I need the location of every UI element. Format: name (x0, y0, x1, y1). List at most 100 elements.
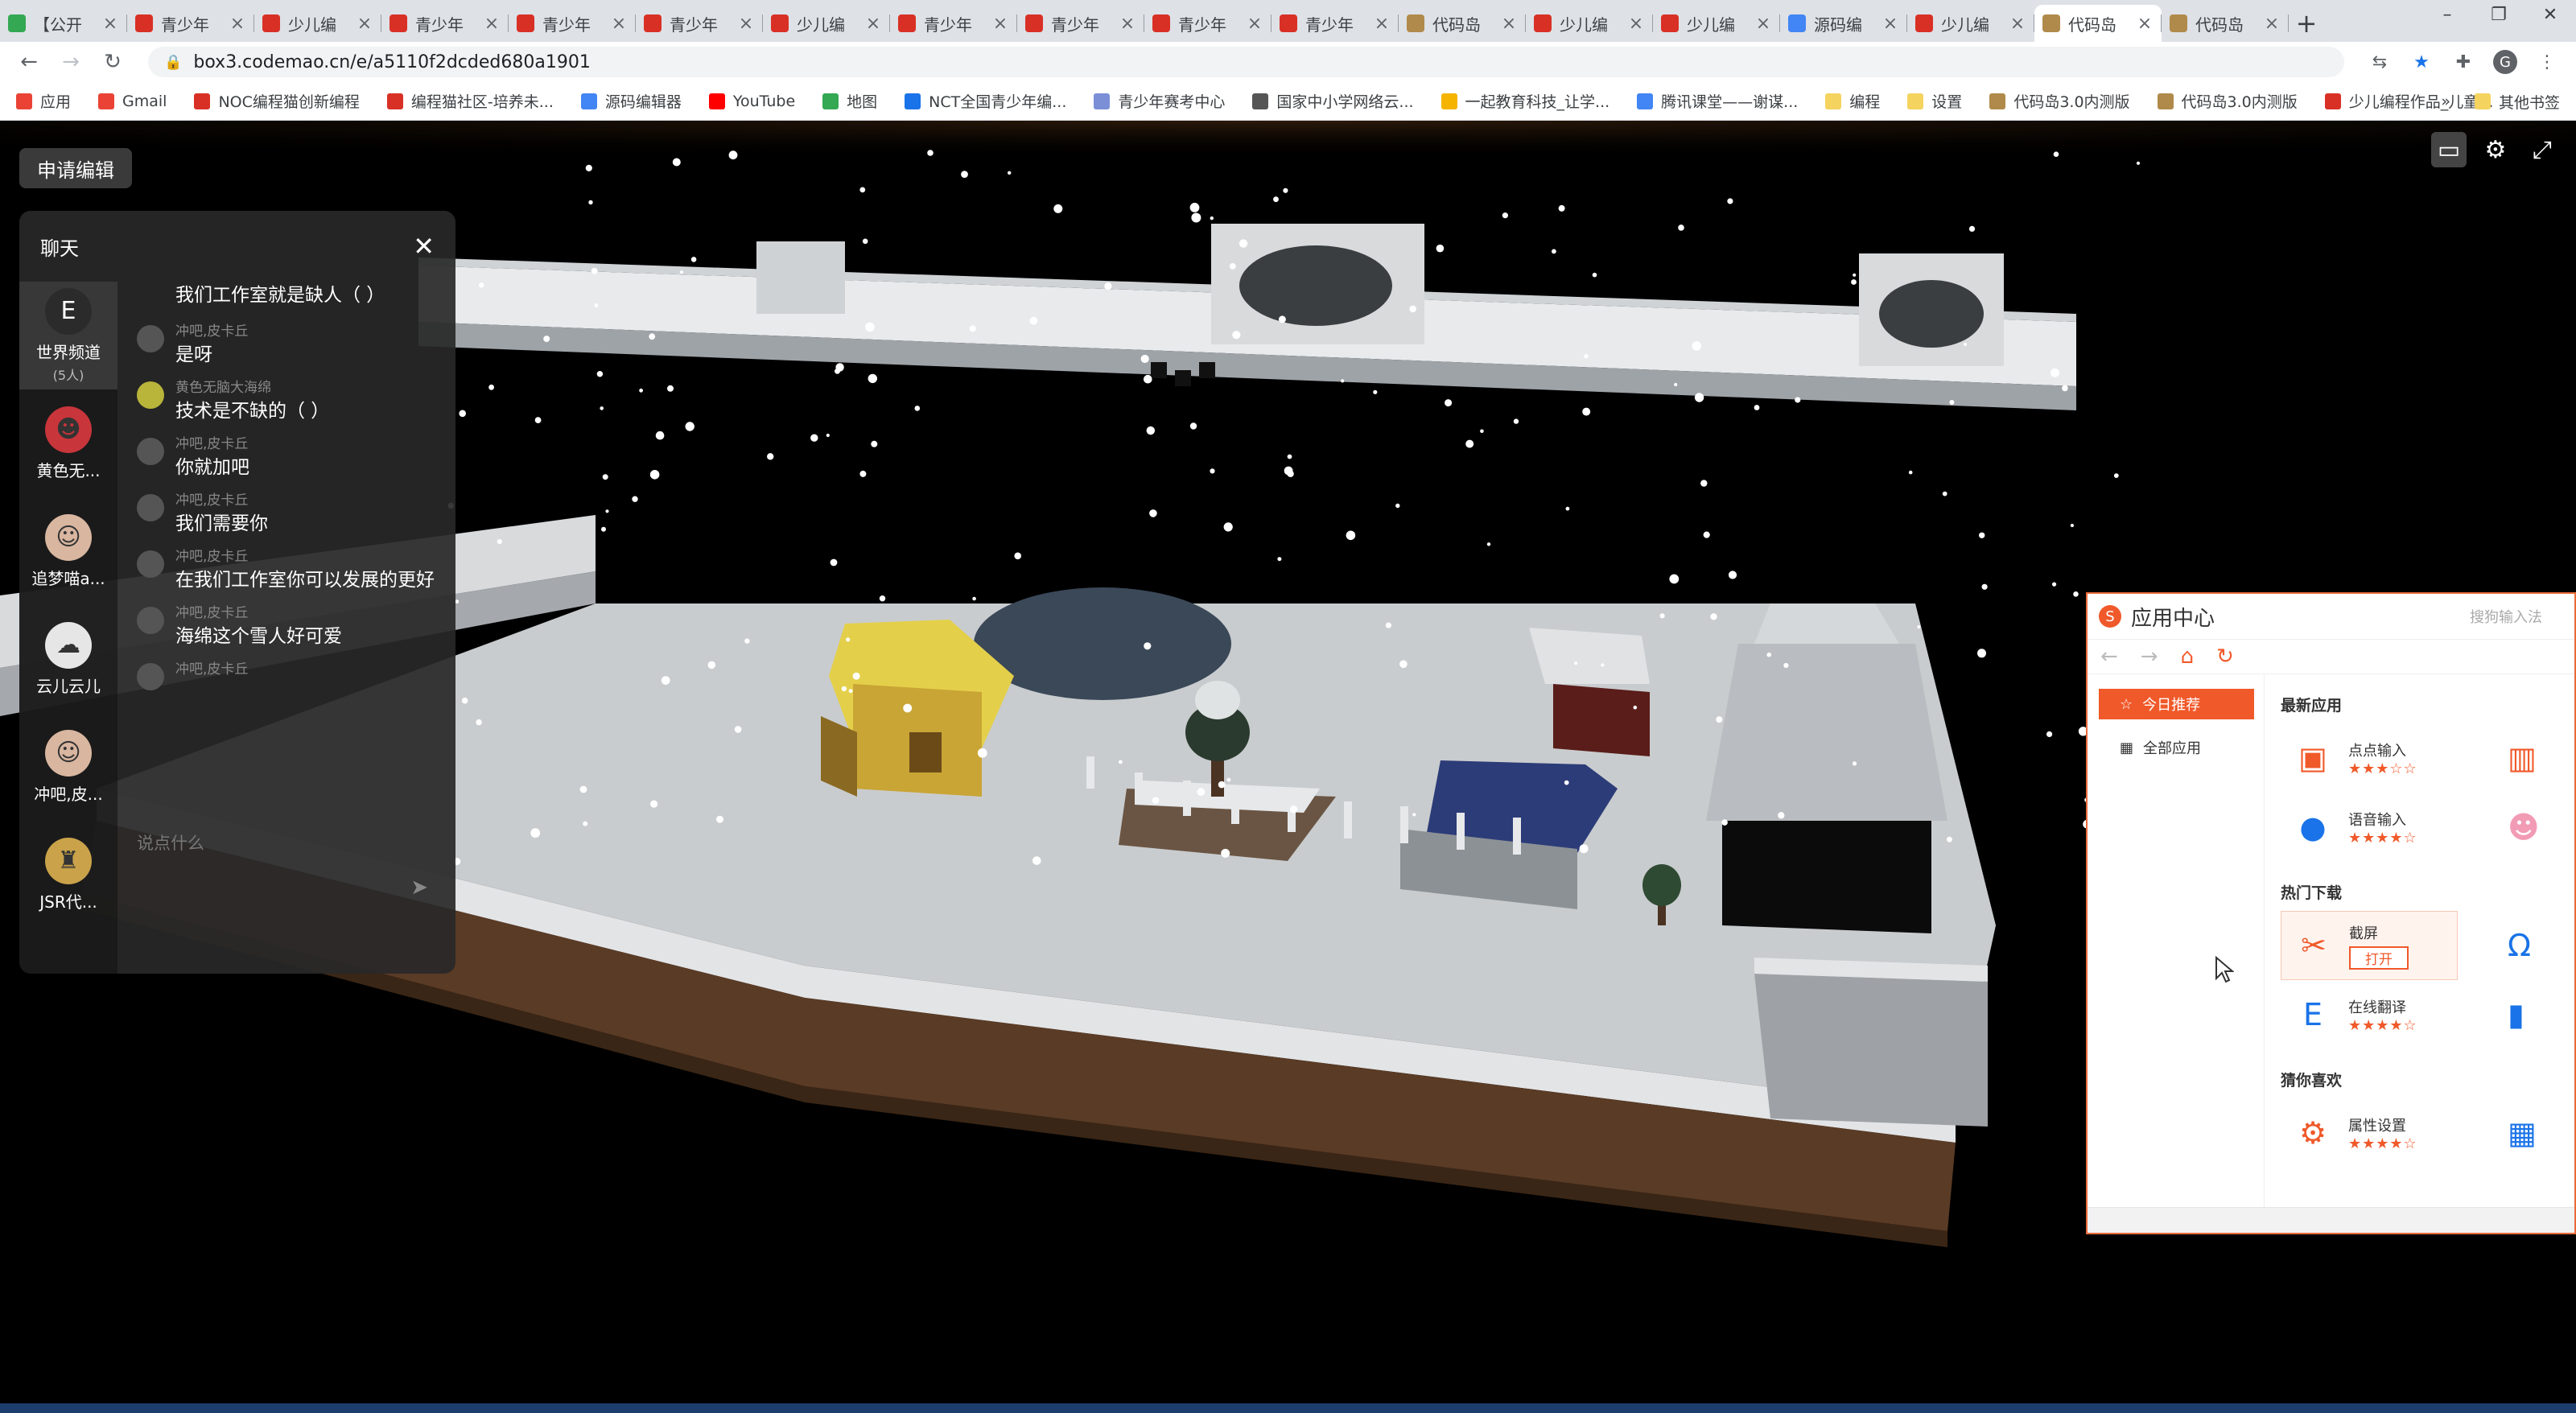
close-window-icon[interactable]: ✕ (2524, 0, 2576, 29)
chat-channel-item[interactable]: ☺ 冲吧,皮... (19, 713, 117, 821)
bookmark-item[interactable]: 源码编辑器 (580, 90, 682, 112)
close-icon[interactable]: ✕ (413, 231, 435, 262)
app-item[interactable]: ● 语音输入 ★★★★☆ (2281, 793, 2458, 862)
reload-icon[interactable]: ↻ (97, 46, 129, 78)
tab-close-icon[interactable]: × (229, 14, 246, 34)
chat-channel-item[interactable]: ☁ 云儿云儿 (19, 605, 117, 713)
bookmark-item[interactable]: 一起教育科技_让学... (1440, 90, 1609, 112)
bookmark-item[interactable]: 应用 (16, 90, 71, 112)
bookmark-item[interactable]: 青少年赛考中心 (1094, 90, 1225, 112)
browser-tab[interactable]: 青少年 × (636, 5, 763, 42)
browser-tab[interactable]: 少儿编 × (763, 5, 890, 42)
address-bar[interactable]: 🔒 box3.codemao.cn/e/a5110f2dcded680a1901 (148, 47, 2344, 77)
chat-toggle-icon[interactable]: ▭ (2431, 132, 2467, 167)
chat-channel-item[interactable]: ♜ JSR代... (19, 821, 117, 929)
bookmark-item[interactable]: 国家中小学网络云... (1252, 90, 1414, 112)
browser-tab[interactable]: 青少年 × (890, 5, 1017, 42)
tab-close-icon[interactable]: × (1246, 14, 1263, 34)
app-center-sidebar-item[interactable]: ☆ 今日推荐 (2099, 689, 2254, 719)
app-item[interactable]: ▣ 点点输入 ★★★☆☆ (2281, 723, 2458, 793)
user-avatar[interactable] (137, 550, 164, 578)
bookmark-item[interactable]: 代码岛3.0内测版 (1989, 90, 2130, 112)
bookmark-item[interactable]: 设置 (1907, 90, 1962, 112)
tab-close-icon[interactable]: × (610, 14, 628, 34)
tab-close-icon[interactable]: × (1882, 14, 1899, 34)
forward-icon[interactable]: → (2141, 645, 2158, 669)
browser-tab[interactable]: 青少年 × (381, 5, 509, 42)
home-icon[interactable]: ⌂ (2181, 645, 2195, 669)
chat-channel-item[interactable]: ☻ 黄色无... (19, 389, 117, 497)
bookmark-item[interactable]: 代码岛3.0内测版 (2157, 90, 2298, 112)
bookmark-item[interactable]: 编程 (1825, 90, 1880, 112)
tab-close-icon[interactable]: × (737, 14, 755, 34)
tab-close-icon[interactable]: × (2263, 14, 2281, 34)
bookmark-item[interactable]: NOC编程猫创新编程 (194, 90, 360, 112)
app-item[interactable]: ✂ 截屏 打开 (2281, 911, 2458, 980)
user-avatar[interactable] (137, 663, 164, 690)
browser-tab[interactable]: 少儿编 × (1653, 5, 1780, 42)
tab-close-icon[interactable]: × (483, 14, 501, 34)
browser-tab[interactable]: 少儿编 × (1907, 5, 2034, 42)
send-icon[interactable]: ➤ (410, 875, 428, 900)
app-item[interactable]: E 在线翻译 ★★★★☆ (2281, 980, 2458, 1049)
bookmarks-more[interactable]: » (2441, 93, 2450, 110)
app-icon-partial[interactable]: Ω (2508, 911, 2556, 980)
profile-avatar[interactable]: G (2489, 46, 2521, 78)
bookmark-item[interactable]: Gmail (98, 93, 167, 110)
user-avatar[interactable] (137, 494, 164, 521)
bookmark-item[interactable]: 地图 (822, 90, 877, 112)
user-avatar[interactable] (137, 325, 164, 352)
minimize-icon[interactable]: – (2421, 0, 2473, 29)
extensions-icon[interactable]: ✚ (2447, 46, 2479, 78)
browser-tab[interactable]: 青少年 × (1272, 5, 1399, 42)
apply-edit-button[interactable]: 申请编辑 (19, 148, 132, 188)
browser-tab[interactable]: 青少年 × (509, 5, 636, 42)
new-tab-icon[interactable]: + (2289, 5, 2324, 42)
browser-tab[interactable]: 代码岛 × (1399, 5, 1526, 42)
browser-tab[interactable]: 青少年 × (1144, 5, 1272, 42)
app-item[interactable]: ⚙ 属性设置 ★★★★☆ (2281, 1098, 2458, 1168)
user-avatar[interactable] (137, 607, 164, 634)
browser-tab[interactable]: 少儿编 × (1526, 5, 1653, 42)
browser-tab[interactable]: 少儿编 × (254, 5, 381, 42)
chat-channel-item[interactable]: E 世界频道 (5人) (19, 282, 117, 389)
tab-close-icon[interactable]: × (2009, 14, 2026, 34)
tab-close-icon[interactable]: × (2136, 14, 2154, 34)
open-app-button[interactable]: 打开 (2349, 945, 2409, 970)
browser-tab[interactable]: 【公开 × (0, 5, 127, 42)
restore-icon[interactable]: ❐ (2473, 0, 2524, 29)
refresh-icon[interactable]: ↻ (2216, 645, 2234, 669)
chat-input[interactable]: 说点什么 (137, 822, 431, 895)
chat-channel-item[interactable]: ☺ 追梦喵a... (19, 497, 117, 605)
browser-tab[interactable]: 代码岛 × (2162, 5, 2289, 42)
fullscreen-icon[interactable]: ⤢ (2524, 132, 2560, 167)
app-icon-partial[interactable]: ▦ (2508, 1098, 2556, 1168)
other-bookmarks[interactable]: 其他书签 (2474, 91, 2560, 113)
tab-close-icon[interactable]: × (991, 14, 1009, 34)
settings-gear-icon[interactable]: ⚙ (2478, 132, 2513, 167)
app-icon-partial[interactable]: ▥ (2508, 723, 2556, 793)
browser-tab[interactable]: 青少年 × (1017, 5, 1144, 42)
app-icon-partial[interactable]: ▮ (2508, 980, 2556, 1049)
user-avatar[interactable] (137, 381, 164, 409)
tab-close-icon[interactable]: × (1627, 14, 1645, 34)
browser-tab[interactable]: 代码岛 × (2034, 5, 2162, 42)
bookmark-item[interactable]: NCT全国青少年编... (905, 90, 1066, 112)
tab-close-icon[interactable]: × (1500, 14, 1518, 34)
back-icon[interactable]: ← (13, 46, 45, 78)
tab-close-icon[interactable]: × (356, 14, 373, 34)
bookmark-item[interactable]: 编程猫社区-培养未... (386, 90, 554, 112)
user-avatar[interactable] (137, 438, 164, 465)
menu-kebab-icon[interactable]: ⋮ (2531, 46, 2563, 78)
bookmark-star-icon[interactable]: ★ (2405, 46, 2438, 78)
tab-close-icon[interactable]: × (864, 14, 882, 34)
browser-tab[interactable]: 源码编 × (1780, 5, 1907, 42)
bookmark-item[interactable]: YouTube (708, 93, 795, 110)
tab-close-icon[interactable]: × (101, 14, 119, 34)
app-center-sidebar-item[interactable]: ▦ 全部应用 (2099, 732, 2254, 763)
tab-close-icon[interactable]: × (1119, 14, 1136, 34)
forward-icon[interactable]: → (55, 46, 87, 78)
tab-close-icon[interactable]: × (1754, 14, 1772, 34)
bookmark-item[interactable]: 腾讯课堂——谢谋... (1637, 90, 1798, 112)
back-icon[interactable]: ← (2100, 645, 2118, 669)
